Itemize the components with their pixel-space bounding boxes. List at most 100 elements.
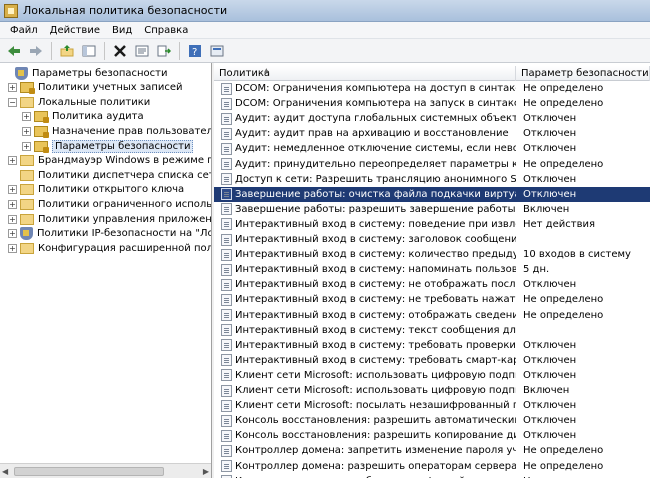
setting-value: Не определено xyxy=(523,309,604,321)
tree-item[interactable]: + Политики IP-безопасности на "Локаль xyxy=(8,227,211,241)
properties-icon[interactable] xyxy=(133,42,151,60)
table-row[interactable]: Аудит: принудительно переопределяет пара… xyxy=(214,157,650,172)
table-row[interactable]: Контроллер домена: запретить изменение п… xyxy=(214,443,650,458)
expand-icon[interactable]: + xyxy=(22,112,31,122)
scrollbar-thumb[interactable] xyxy=(14,467,164,476)
policy-name: Интерактивный вход в систему: заголовок … xyxy=(235,234,516,245)
table-row[interactable]: Аудит: аудит доступа глобальных системны… xyxy=(214,111,650,126)
export-icon[interactable] xyxy=(155,42,173,60)
sort-ascending-icon: ▲ xyxy=(264,67,269,74)
folder-icon xyxy=(20,242,34,254)
table-row[interactable]: Интерактивный вход в систему: количество… xyxy=(214,247,650,262)
expand-icon[interactable]: + xyxy=(22,141,31,151)
delete-icon[interactable] xyxy=(111,42,129,60)
policy-name: Интерактивный вход в систему: поведение … xyxy=(235,218,516,230)
table-row[interactable]: Интерактивный вход в систему: отображать… xyxy=(214,308,650,323)
table-row[interactable]: Завершение работы: очистка файла подкачк… xyxy=(214,186,650,202)
setting-value: Отключен xyxy=(523,369,577,381)
expand-icon[interactable]: + xyxy=(8,229,17,239)
policy-cell: Интерактивный вход в систему: не требова… xyxy=(214,293,516,306)
forward-icon[interactable] xyxy=(27,42,45,60)
table-row[interactable]: Интерактивный вход в систему: требовать … xyxy=(214,338,650,353)
table-row[interactable]: Интерактивный вход в систему: напоминать… xyxy=(214,262,650,277)
collapse-icon[interactable]: − xyxy=(8,97,17,107)
tree-item[interactable]: + Политика аудита xyxy=(22,110,144,124)
column-header-policy[interactable]: Политика ▲ xyxy=(214,66,516,81)
expand-icon[interactable]: + xyxy=(8,214,17,224)
scroll-left-icon[interactable]: ◀ xyxy=(2,467,8,476)
policy-document-icon xyxy=(221,188,232,201)
table-row[interactable]: Интерактивный вход в систему: поведение … xyxy=(214,217,650,232)
table-row[interactable]: Клиент сети Microsoft: использовать цифр… xyxy=(214,383,650,398)
tree-item[interactable]: + Политики учетных записей xyxy=(8,81,183,95)
up-folder-icon[interactable] xyxy=(58,42,76,60)
menu-view[interactable]: Вид xyxy=(106,25,138,36)
tree-item[interactable]: + Политики управления приложениями xyxy=(8,212,211,226)
table-row[interactable]: Интерактивный вход в систему: текст сооб… xyxy=(214,323,650,338)
policy-name: Клиент сети Microsoft: использовать цифр… xyxy=(235,385,516,396)
table-row[interactable]: Клиент сети Microsoft: посылать незашифр… xyxy=(214,398,650,413)
policy-cell: Интерактивный вход в систему: требовать … xyxy=(214,354,516,367)
expand-icon[interactable]: + xyxy=(8,83,17,93)
expand-icon[interactable]: + xyxy=(22,126,31,136)
policy-name: Интерактивный вход в систему: напоминать… xyxy=(235,264,516,276)
policy-cell: Клиент сети Microsoft: посылать незашифр… xyxy=(214,399,516,412)
policy-name: Интерактивный вход в систему: требовать … xyxy=(235,339,516,351)
menu-file[interactable]: Файл xyxy=(4,25,44,36)
table-row[interactable]: DCOM: Ограничения компьютера на запуск в… xyxy=(214,96,650,111)
column-header-policy-label: Политика xyxy=(219,68,271,79)
menu-help[interactable]: Справка xyxy=(138,25,194,36)
tree-item[interactable]: Политики диспетчера списка сетей xyxy=(8,168,211,182)
table-row[interactable]: Интерактивный вход в систему: не отображ… xyxy=(214,277,650,292)
back-icon[interactable] xyxy=(5,42,23,60)
table-row[interactable]: Контроллер домена: требование цифровой п… xyxy=(214,474,650,478)
policy-cell: Консоль восстановления: разрешить копиро… xyxy=(214,429,516,442)
folder-icon xyxy=(20,96,34,108)
tree-item[interactable]: + Назначение прав пользователя xyxy=(22,124,211,138)
menu-action[interactable]: Действие xyxy=(44,25,106,36)
column-header-setting[interactable]: Параметр безопасности xyxy=(516,66,650,81)
console-icon[interactable] xyxy=(208,42,226,60)
scroll-right-icon[interactable]: ▶ xyxy=(203,467,209,476)
policy-name: Доступ к сети: Разрешить трансляцию анон… xyxy=(235,173,516,185)
table-row[interactable]: Клиент сети Microsoft: использовать цифр… xyxy=(214,368,650,383)
table-row[interactable]: DCOM: Ограничения компьютера на доступ в… xyxy=(214,81,650,96)
tree-item[interactable]: + Политики открытого ключа xyxy=(8,183,184,197)
tree-item[interactable]: + Брандмауэр Windows в режиме повыше xyxy=(8,154,211,168)
table-row[interactable]: Аудит: немедленное отключение системы, е… xyxy=(214,141,650,156)
help-icon[interactable]: ? xyxy=(186,42,204,60)
tree-item-label: Параметры безопасности xyxy=(32,67,168,79)
table-row[interactable]: Интерактивный вход в систему: заголовок … xyxy=(214,232,650,247)
table-row[interactable]: Аудит: аудит прав на архивацию и восстан… xyxy=(214,126,650,141)
setting-value: Отключен xyxy=(523,128,577,140)
tree-item[interactable]: + Конфигурация расширенной политики xyxy=(8,241,211,255)
expand-icon[interactable]: + xyxy=(8,199,17,209)
expand-icon[interactable]: + xyxy=(8,243,17,253)
policy-document-icon xyxy=(221,444,232,457)
expand-icon[interactable]: + xyxy=(8,185,17,195)
policy-cell: Контроллер домена: запретить изменение п… xyxy=(214,444,516,457)
policy-cell: Завершение работы: очистка файла подкачк… xyxy=(214,188,516,201)
table-row[interactable]: Консоль восстановления: разрешить копиро… xyxy=(214,428,650,443)
lock-folder-icon xyxy=(34,125,49,138)
tree-item-label: Параметры безопасности xyxy=(52,139,194,153)
policy-document-icon xyxy=(221,354,232,367)
tree-item[interactable]: − Локальные политики xyxy=(8,95,150,109)
policy-document-icon xyxy=(221,112,232,125)
policy-document-icon xyxy=(221,414,232,427)
horizontal-scrollbar[interactable]: ◀ ▶ xyxy=(0,463,211,478)
policy-cell: Интерактивный вход в систему: не отображ… xyxy=(214,278,516,291)
table-row[interactable]: Интерактивный вход в систему: не требова… xyxy=(214,292,650,307)
table-row[interactable]: Контроллер домена: разрешить операторам … xyxy=(214,459,650,474)
tree-item[interactable]: + Политики ограниченного использова xyxy=(8,197,212,211)
table-row[interactable]: Доступ к сети: Разрешить трансляцию анон… xyxy=(214,172,650,187)
table-row[interactable]: Консоль восстановления: разрешить автома… xyxy=(214,413,650,428)
tree-item[interactable]: + Параметры безопасности xyxy=(22,139,194,153)
show-hide-tree-icon[interactable] xyxy=(80,42,98,60)
expand-icon[interactable]: + xyxy=(8,156,17,166)
tree-item-label: Политики ограниченного использова xyxy=(38,198,212,210)
tree-item[interactable]: Параметры безопасности xyxy=(3,66,167,80)
table-row[interactable]: Интерактивный вход в систему: требовать … xyxy=(214,353,650,368)
table-row[interactable]: Завершение работы: разрешить завершение … xyxy=(214,202,650,217)
policy-document-icon xyxy=(221,460,232,472)
